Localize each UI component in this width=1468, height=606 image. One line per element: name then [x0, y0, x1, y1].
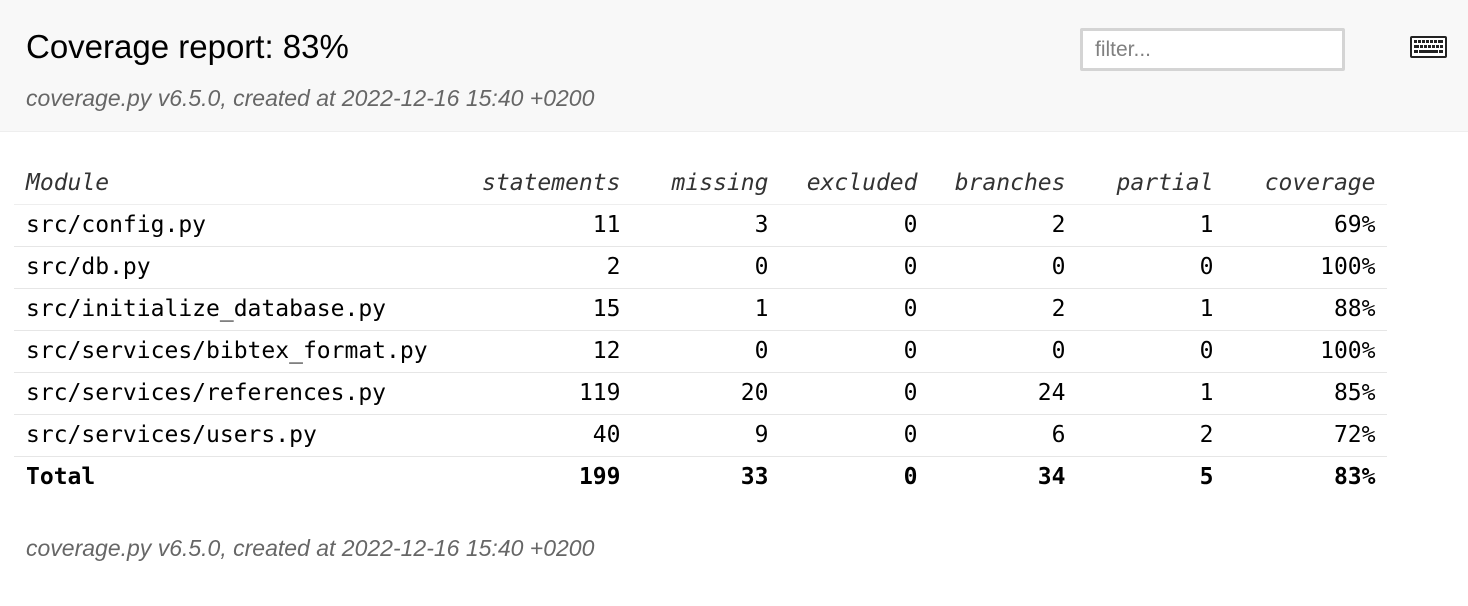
statements-cell: 40: [470, 414, 633, 457]
branches-cell: 2: [929, 204, 1078, 247]
module-link[interactable]: src/config.py: [26, 212, 206, 238]
statements-cell: 15: [470, 288, 633, 331]
total-statements: 199: [578, 464, 621, 491]
total-label: Total: [26, 464, 96, 491]
table-row: src/services/users.py 40 9 0 6 2 72%: [14, 414, 1388, 457]
partial-cell: 2: [1077, 414, 1226, 457]
coverage-cell: 72%: [1225, 414, 1388, 457]
total-missing: 33: [740, 464, 769, 491]
report-header: Coverage report: 83% coverage.py v6.5.0,…: [0, 0, 1468, 132]
created-info: coverage.py v6.5.0, created at 2022-12-1…: [26, 85, 595, 111]
coverage-cell: 100%: [1225, 246, 1388, 289]
partial-cell: 1: [1077, 288, 1226, 331]
column-header-missing[interactable]: missing: [632, 162, 781, 205]
module-cell: src/db.py: [14, 246, 470, 289]
excluded-cell: 0: [780, 372, 930, 415]
total-coverage: 83%: [1333, 464, 1376, 491]
table-row: src/initialize_database.py 15 1 0 2 1 88…: [14, 288, 1388, 331]
missing-cell: 20: [632, 372, 781, 415]
excluded-cell: 0: [780, 414, 930, 457]
coverage-cell: 100%: [1225, 330, 1388, 373]
partial-cell: 1: [1077, 204, 1226, 247]
excluded-cell: 0: [780, 246, 930, 289]
column-header-excluded[interactable]: excluded: [780, 162, 930, 205]
column-header-module[interactable]: Module: [14, 162, 470, 205]
excluded-cell: 0: [780, 330, 930, 373]
module-cell: src/services/references.py: [14, 372, 470, 415]
footer-created-info: coverage.py v6.5.0, created at 2022-12-1…: [26, 535, 595, 561]
column-header-coverage[interactable]: coverage: [1225, 162, 1388, 205]
excluded-cell: 0: [780, 204, 930, 247]
module-cell: src/initialize_database.py: [14, 288, 470, 331]
table-row: src/services/references.py 119 20 0 24 1…: [14, 372, 1388, 415]
missing-cell: 3: [632, 204, 781, 247]
excluded-cell: 0: [780, 288, 930, 331]
coverage-table: Module statements missing excluded branc…: [14, 162, 1388, 498]
branches-cell: 6: [929, 414, 1078, 457]
keyboard-icon[interactable]: [1410, 36, 1447, 58]
module-link[interactable]: src/db.py: [26, 254, 151, 280]
module-cell: src/services/users.py: [14, 414, 470, 457]
table-row: src/config.py 11 3 0 2 1 69%: [14, 204, 1388, 247]
page-title: Coverage report: 83%: [26, 28, 349, 65]
column-header-partial[interactable]: partial: [1077, 162, 1226, 205]
table-header-row: Module statements missing excluded branc…: [14, 162, 1388, 205]
module-cell: src/config.py: [14, 204, 470, 247]
total-partial: 5: [1199, 464, 1214, 491]
module-link[interactable]: src/services/bibtex_format.py: [26, 338, 428, 364]
module-link[interactable]: src/initialize_database.py: [26, 296, 386, 322]
filter-input[interactable]: [1080, 28, 1345, 71]
coverage-cell: 85%: [1225, 372, 1388, 415]
branches-cell: 24: [929, 372, 1078, 415]
table-row: src/services/bibtex_format.py 12 0 0 0 0…: [14, 330, 1388, 373]
statements-cell: 2: [470, 246, 633, 289]
statements-cell: 12: [470, 330, 633, 373]
partial-cell: 0: [1077, 330, 1226, 373]
coverage-cell: 69%: [1225, 204, 1388, 247]
branches-cell: 0: [929, 330, 1078, 373]
table-row: src/db.py 2 0 0 0 0 100%: [14, 246, 1388, 289]
module-cell: src/services/bibtex_format.py: [14, 330, 470, 373]
column-header-branches[interactable]: branches: [929, 162, 1078, 205]
missing-cell: 0: [632, 246, 781, 289]
partial-cell: 1: [1077, 372, 1226, 415]
missing-cell: 9: [632, 414, 781, 457]
total-row: Total 199 33 0 34 5 83%: [14, 456, 1387, 498]
missing-cell: 1: [632, 288, 781, 331]
branches-cell: 2: [929, 288, 1078, 331]
total-branches: 34: [1037, 464, 1066, 491]
missing-cell: 0: [632, 330, 781, 373]
statements-cell: 119: [470, 372, 633, 415]
module-link[interactable]: src/services/references.py: [26, 380, 386, 406]
coverage-cell: 88%: [1225, 288, 1388, 331]
branches-cell: 0: [929, 246, 1078, 289]
module-link[interactable]: src/services/users.py: [26, 422, 317, 448]
partial-cell: 0: [1077, 246, 1226, 289]
total-excluded: 0: [903, 464, 918, 491]
column-header-statements[interactable]: statements: [470, 162, 633, 205]
statements-cell: 11: [470, 204, 633, 247]
